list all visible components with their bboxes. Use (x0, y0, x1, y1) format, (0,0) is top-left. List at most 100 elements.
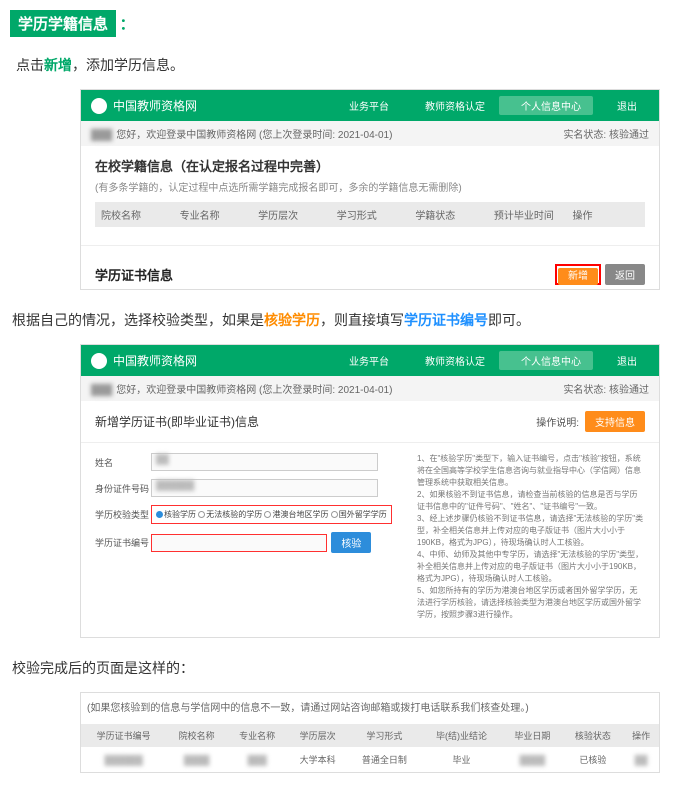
section-heading: 学历学籍信息 (10, 10, 116, 37)
highlight-cert-no: 学历证书编号 (404, 312, 488, 328)
radio-abroad[interactable]: 国外留学学历 (339, 510, 387, 519)
heading-colon: ： (120, 16, 135, 33)
nav-platform[interactable]: 业务平台 (327, 351, 401, 370)
help-line: 5、如您所持有的学历为港澳台地区学历或者国外留学学历，无法进行学历核验，请选择核… (417, 585, 645, 621)
degree-title: 学历证书信息 (95, 265, 173, 284)
help-line: 4、中师、幼师及其他中专学历，请选择"无法核验的学历"类型，补全相关信息并上传对… (417, 549, 645, 585)
nav-logout[interactable]: 退出 (595, 351, 649, 370)
col-major: 专业名称 (227, 724, 288, 747)
radio-icon[interactable] (264, 511, 271, 518)
section-degree: 学历证书信息 新增 返回 (81, 254, 659, 289)
col-status: 学籍状态 (409, 202, 488, 227)
radio-verify[interactable]: 核验学历 (164, 510, 196, 519)
cell-major: ███ (227, 747, 288, 772)
col-graddate: 毕业日期 (502, 724, 563, 747)
col-form: 学习形式 (348, 724, 421, 747)
nav-cert[interactable]: 教师资格认定 (403, 351, 497, 370)
label-type: 学历校验类型 (95, 508, 151, 521)
user-icon (505, 102, 513, 110)
exit-icon (601, 102, 609, 110)
col-level: 学历层次 (252, 202, 331, 227)
col-certno: 学历证书编号 (81, 724, 166, 747)
brand-title: 中国教师资格网 (113, 97, 327, 114)
logo-icon (91, 353, 107, 369)
screenshot-panel-2: 中国教师资格网 业务平台 教师资格认定 个人信息中心 退出 ███ 您好，欢迎登录… (80, 344, 660, 638)
home-icon (333, 102, 341, 110)
screenshot-panel-1: 中国教师资格网 业务平台 教师资格认定 个人信息中心 退出 ███您好，欢迎登录… (80, 89, 660, 290)
help-text-area: 1、在"核验学历"类型下，输入证书编号，点击"核验"按钮，系统将在全国高等学校学… (417, 453, 645, 621)
radio-icon[interactable] (198, 511, 205, 518)
col-level: 学历层次 (287, 724, 348, 747)
radio-icon[interactable] (331, 511, 338, 518)
table-row: ██████ ████ ███ 大学本科 普通全日制 毕业 ████ 已核验 █… (81, 747, 659, 772)
welcome-text: 您好，欢迎登录中国教师资格网 (您上次登录时间: 2021-04-01) (116, 385, 392, 396)
nav-platform[interactable]: 业务平台 (327, 96, 401, 115)
form-row-cert: 学历证书编号 核验 (95, 532, 403, 553)
help-line: 2、如果核验不到证书信息，请检查当前核验的信息是否与学历证书信息中的"证件号码"… (417, 489, 645, 513)
cell-verifystate: 已核验 (563, 747, 624, 772)
nav-cert[interactable]: 教师资格认定 (403, 96, 497, 115)
verify-button[interactable]: 核验 (331, 532, 371, 553)
realname-label: 实名状态: (563, 130, 606, 141)
col-gradtime: 预计毕业时间 (488, 202, 567, 227)
panel-body: 姓名 ██ 身份证件号码 ██████ 学历校验类型 核验学历 无法核验的学历 … (81, 443, 659, 637)
col-gradresult: 毕(结)业结论 (421, 724, 502, 747)
help-line: 3、经上述步骤仍核验不到证书信息，请选择"无法核验的学历"类型，补全相关信息并上… (417, 513, 645, 549)
cell-certno: ██████ (81, 747, 166, 772)
col-school: 院校名称 (95, 202, 174, 227)
enrollment-title: 在校学籍信息（在认定报名过程中完善） (95, 156, 645, 175)
help-line: 1、在"核验学历"类型下，输入证书编号，点击"核验"按钮，系统将在全国高等学校学… (417, 453, 645, 489)
welcome-bar: ███您好，欢迎登录中国教师资格网 (您上次登录时间: 2021-04-01) … (81, 376, 659, 401)
user-icon (505, 357, 513, 365)
label-idno: 身份证件号码 (95, 482, 151, 495)
input-name[interactable]: ██ (151, 453, 378, 471)
cell-gradresult: 毕业 (421, 747, 502, 772)
add-button[interactable]: 新增 (558, 268, 598, 285)
topbar: 中国教师资格网 业务平台 教师资格认定 个人信息中心 退出 (81, 90, 659, 121)
topnav: 业务平台 教师资格认定 个人信息中心 退出 (327, 96, 649, 115)
radio-icon[interactable] (156, 511, 163, 518)
radio-hmt[interactable]: 港澳台地区学历 (272, 510, 328, 519)
nav-personal[interactable]: 个人信息中心 (499, 96, 593, 115)
form-row-type: 学历校验类型 核验学历 无法核验的学历 港澳台地区学历 国外留学学历 (95, 505, 403, 524)
label-certno: 学历证书编号 (95, 536, 151, 549)
topnav: 业务平台 教师资格认定 个人信息中心 退出 (327, 351, 649, 370)
nav-logout[interactable]: 退出 (595, 96, 649, 115)
doc-icon (409, 102, 417, 110)
username-blur: ███ (91, 385, 112, 396)
cell-action[interactable]: ██ (623, 747, 659, 772)
realname-label: 实名状态: (563, 385, 606, 396)
welcome-bar: ███您好，欢迎登录中国教师资格网 (您上次登录时间: 2021-04-01) … (81, 121, 659, 146)
return-button[interactable]: 返回 (605, 264, 645, 285)
input-idno[interactable]: ██████ (151, 479, 378, 497)
text: 根据自己的情况，选择校验类型，如果是 (12, 312, 264, 328)
highlight-verify-type: 核验学历 (264, 312, 320, 328)
realname-value: 核验通过 (609, 130, 649, 141)
logo-icon (91, 98, 107, 114)
input-certno[interactable] (151, 534, 327, 552)
panel-title: 新增学历证书(即毕业证书)信息 (95, 413, 259, 430)
text: 点击 (16, 57, 44, 73)
result-tip: (如果您核验到的信息与学信网中的信息不一致，请通过网站咨询邮箱或拨打电话联系我们… (81, 693, 659, 724)
enrollment-table-header: 院校名称 专业名称 学历层次 学习形式 学籍状态 预计毕业时间 操作 (95, 202, 645, 227)
text: ，添加学历信息。 (72, 57, 184, 73)
screenshot-panel-3: (如果您核验到的信息与学信网中的信息不一致，请通过网站咨询邮箱或拨打电话联系我们… (80, 692, 660, 773)
doc-icon (409, 357, 417, 365)
realname-value: 核验通过 (609, 385, 649, 396)
guide-button[interactable]: 支持信息 (585, 411, 645, 432)
welcome-text: 您好，欢迎登录中国教师资格网 (您上次登录时间: 2021-04-01) (116, 130, 392, 141)
instruction-3: 校验完成后的页面是这样的： (12, 658, 664, 678)
highlight-add: 新增 (44, 57, 72, 73)
radio-noverify[interactable]: 无法核验的学历 (206, 510, 262, 519)
col-verifystate: 核验状态 (563, 724, 624, 747)
result-table: 学历证书编号 院校名称 专业名称 学历层次 学习形式 毕(结)业结论 毕业日期 … (81, 724, 659, 772)
nav-personal[interactable]: 个人信息中心 (499, 351, 593, 370)
brand-title: 中国教师资格网 (113, 352, 327, 369)
op-hint-label: 操作说明: (536, 414, 579, 429)
exit-icon (601, 357, 609, 365)
form-area: 姓名 ██ 身份证件号码 ██████ 学历校验类型 核验学历 无法核验的学历 … (95, 453, 403, 621)
home-icon (333, 357, 341, 365)
topbar: 中国教师资格网 业务平台 教师资格认定 个人信息中心 退出 (81, 345, 659, 376)
cell-form: 普通全日制 (348, 747, 421, 772)
col-action: 操作 (566, 202, 645, 227)
